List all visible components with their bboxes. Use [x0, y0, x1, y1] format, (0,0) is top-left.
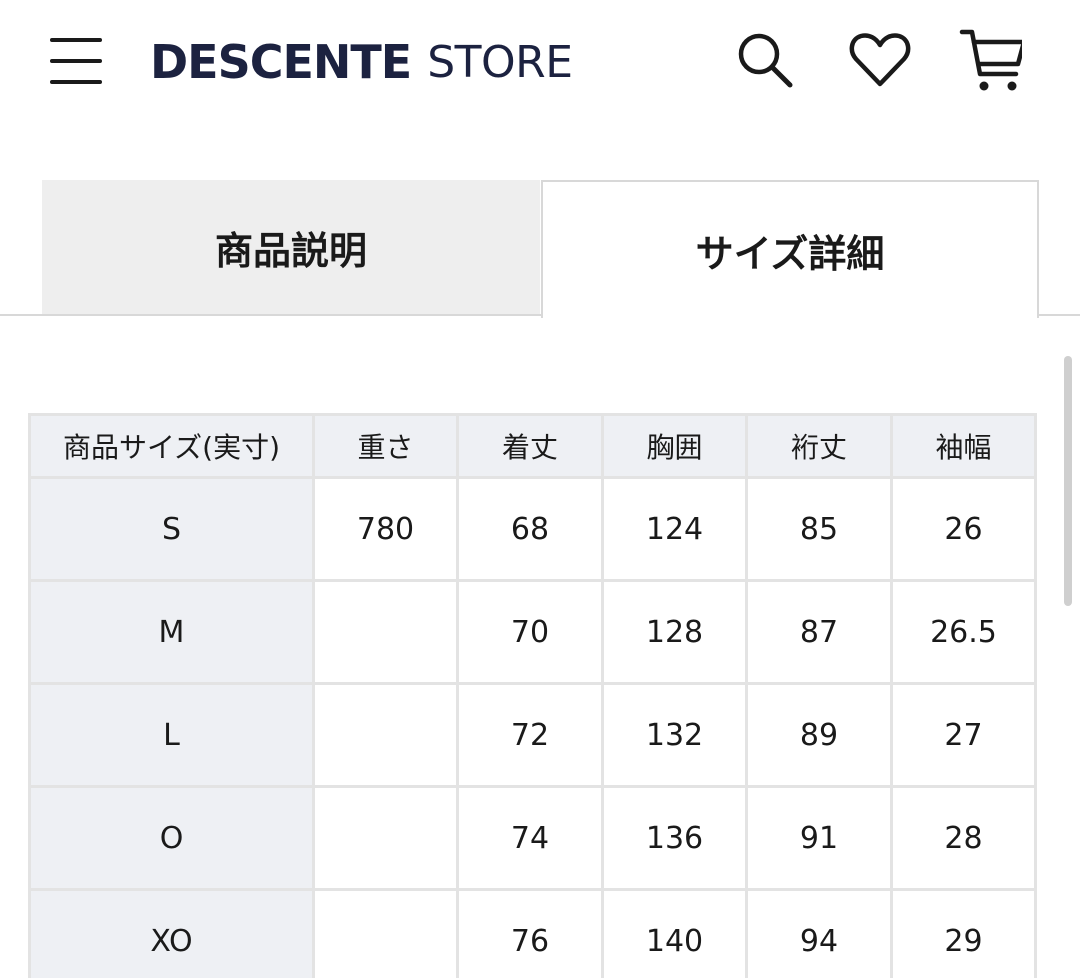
header-sleeve-width: 袖幅 — [890, 413, 1037, 479]
header-weight: 重さ — [312, 413, 459, 479]
table-row: S 780 68 124 85 26 — [28, 476, 1037, 582]
table-cell: 68 — [456, 476, 604, 582]
table-cell: 70 — [456, 579, 604, 685]
table-cell: 140 — [601, 888, 748, 978]
table-cell: 72 — [456, 682, 604, 788]
search-button[interactable] — [732, 28, 796, 92]
table-cell: 85 — [745, 476, 893, 582]
table-cell: 74 — [456, 785, 604, 891]
table-header-row: 商品サイズ(実寸) 重さ 着丈 胸囲 裄丈 袖幅 — [28, 413, 1037, 479]
table-cell — [312, 785, 459, 891]
header-sleeve-length: 裄丈 — [745, 413, 893, 479]
table-cell: XO — [28, 888, 315, 978]
table-cell: 136 — [601, 785, 748, 891]
tab-size-details[interactable]: サイズ詳細 — [541, 180, 1039, 318]
table-cell — [312, 888, 459, 978]
table-cell: 87 — [745, 579, 893, 685]
table-row: L 72 132 89 27 — [28, 682, 1037, 788]
search-icon — [738, 33, 793, 88]
table-cell: 27 — [890, 682, 1037, 788]
logo-brand: DESCENTE — [150, 35, 412, 89]
table-cell: 76 — [456, 888, 604, 978]
cart-button[interactable] — [958, 28, 1022, 92]
table-cell: O — [28, 785, 315, 891]
page: DESCENTE STORE 商品説明 サイズ詳細 商品サイズ(実寸) 重さ 着… — [0, 0, 1080, 978]
table-cell: 89 — [745, 682, 893, 788]
logo-store: STORE — [427, 36, 573, 88]
table-cell: 128 — [601, 579, 748, 685]
favorites-button[interactable] — [848, 28, 912, 92]
header-chest: 胸囲 — [601, 413, 748, 479]
table-cell: 780 — [312, 476, 459, 582]
table-cell: 124 — [601, 476, 748, 582]
product-tabs: 商品説明 サイズ詳細 — [0, 180, 1080, 318]
scrollbar-thumb[interactable] — [1064, 356, 1072, 606]
table-row: M 70 128 87 26.5 — [28, 579, 1037, 685]
table-cell: M — [28, 579, 315, 685]
header-length: 着丈 — [456, 413, 604, 479]
table-cell: 26 — [890, 476, 1037, 582]
table-cell: 132 — [601, 682, 748, 788]
store-logo[interactable]: DESCENTE STORE — [150, 30, 573, 94]
table-cell: 28 — [890, 785, 1037, 891]
table-cell: 29 — [890, 888, 1037, 978]
table-row: XO 76 140 94 29 — [28, 888, 1037, 978]
menu-button[interactable] — [48, 36, 104, 86]
table-cell — [312, 682, 459, 788]
table-cell: L — [28, 682, 315, 788]
table-cell: 26.5 — [890, 579, 1037, 685]
table-cell: 94 — [745, 888, 893, 978]
table-cell: S — [28, 476, 315, 582]
header-size: 商品サイズ(実寸) — [28, 413, 315, 479]
table-row: O 74 136 91 28 — [28, 785, 1037, 891]
heart-icon — [849, 33, 911, 87]
cart-icon — [959, 29, 1022, 91]
size-table: 商品サイズ(実寸) 重さ 着丈 胸囲 裄丈 袖幅 S 780 68 124 85… — [28, 413, 1037, 978]
table-cell — [312, 579, 459, 685]
site-header: DESCENTE STORE — [0, 0, 1080, 122]
tab-product-description[interactable]: 商品説明 — [42, 180, 540, 314]
table-cell: 91 — [745, 785, 893, 891]
